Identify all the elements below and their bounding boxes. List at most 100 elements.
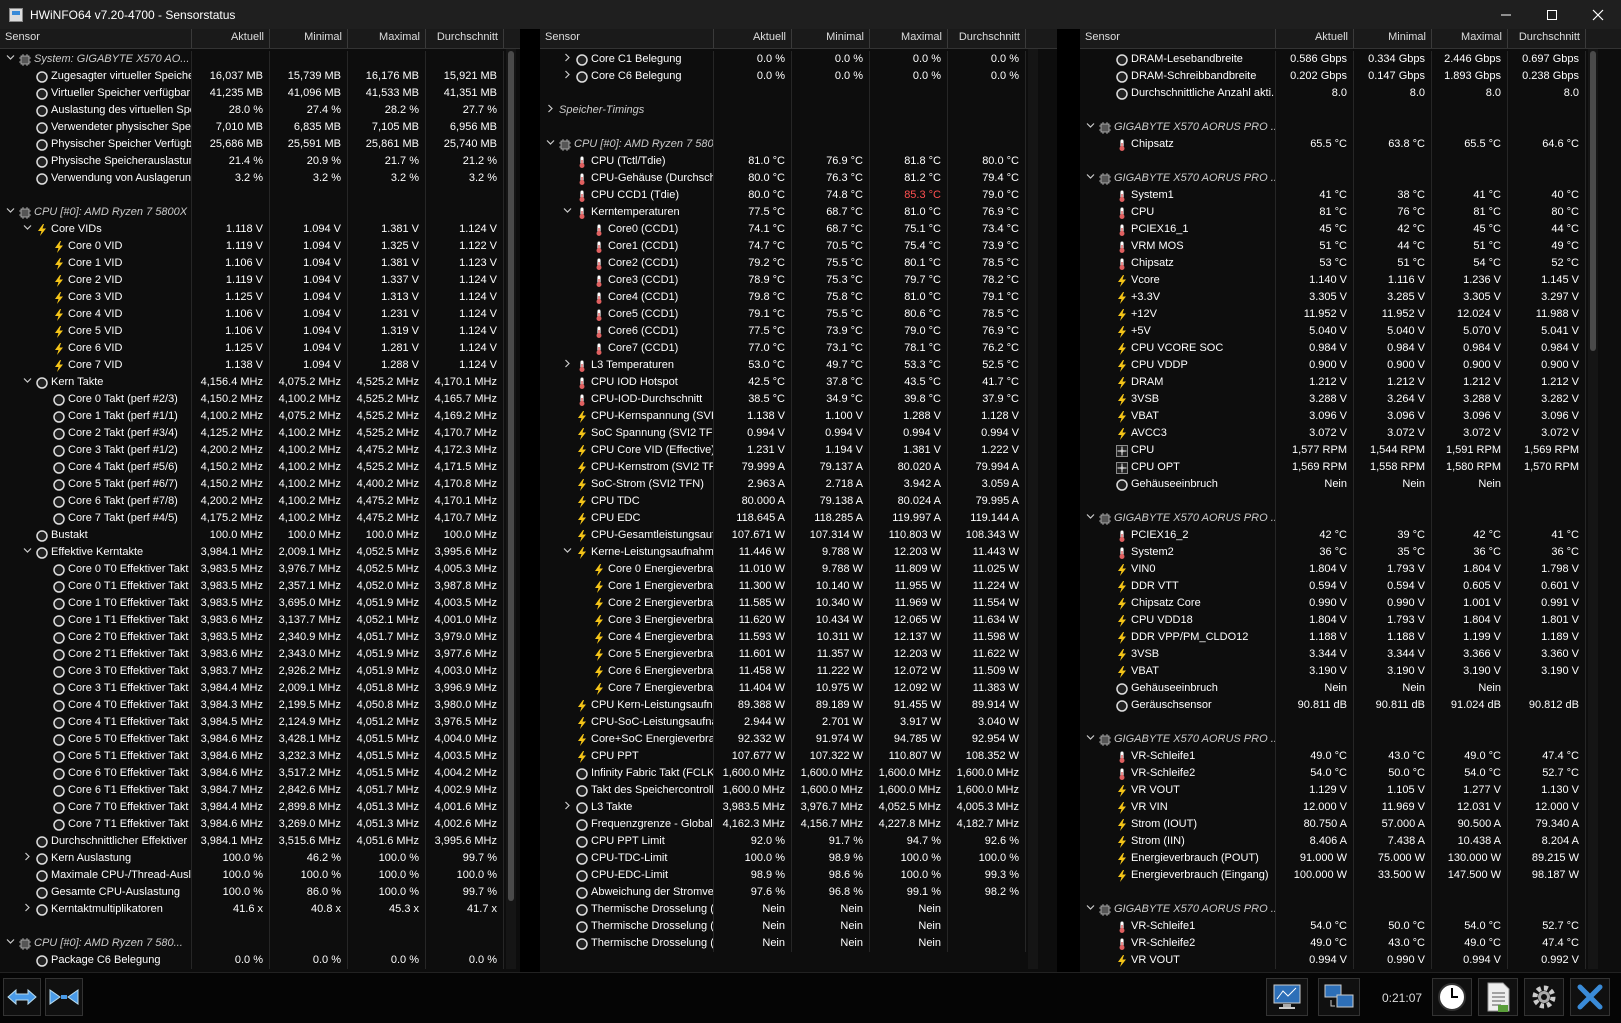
sensor-row[interactable]: Core 2 T1 Effektiver Takt 3,983.6 MHz 2,34… [0, 646, 520, 663]
sensor-row[interactable]: Core 7 Takt (perf #4/5) 4,175.2 MHz 4,100.… [0, 510, 520, 527]
chevron-right-icon[interactable] [544, 102, 556, 119]
sensor-row[interactable]: PCIEX16_2 42 °C 39 °C 42 °C 41 °C [1080, 527, 1621, 544]
sensor-row[interactable]: Kern Auslastung 100.0 % 46.2 % 100.0 % 99.7 … [0, 850, 520, 867]
column-header-current[interactable]: Aktuell [714, 29, 792, 48]
sensor-row[interactable]: 3VSB 3.288 V 3.264 V 3.288 V 3.282 V [1080, 391, 1621, 408]
sensor-row[interactable]: Core C6 Belegung 0.0 % 0.0 % 0.0 % 0.0 % [540, 68, 1057, 85]
sensor-row[interactable]: DDR VTT 0.594 V 0.594 V 0.605 V 0.601 V [1080, 578, 1621, 595]
minimize-button[interactable] [1483, 0, 1529, 29]
sensor-row[interactable]: Core 3 Takt (perf #1/2) 4,200.2 MHz 4,100.… [0, 442, 520, 459]
sensor-row[interactable]: Core 3 T1 Effektiver Takt 3,984.4 MHz 2,00… [0, 680, 520, 697]
sensor-row[interactable]: Geräuschsensor 90.811 dB 90.811 dB 91.024 d… [1080, 697, 1621, 714]
sensor-row[interactable]: Core 0 T0 Effektiver Takt 3,983.5 MHz 3,97… [0, 561, 520, 578]
sensor-group-row[interactable]: Speicher-Timings [540, 102, 1057, 119]
sensor-row[interactable]: VR-Schleife2 54.0 °C 50.0 °C 54.0 °C 52.7 °C [1080, 765, 1621, 782]
sensor-row[interactable]: Core4 (CCD1) 79.8 °C 75.8 °C 81.0 °C 79.1 °C [540, 289, 1057, 306]
sensor-row[interactable]: Durchschnittliche Anzahl akti... 8.0 8.0 8.… [1080, 85, 1621, 102]
sensor-row[interactable]: Abweichung der Stromverbra...97.6 %96.8 … [540, 884, 1057, 901]
sensor-row[interactable]: AVCC3 3.072 V 3.072 V 3.072 V 3.072 V [1080, 425, 1621, 442]
sensor-row[interactable]: Core 4 T0 Effektiver Takt 3,984.3 MHz 2,19… [0, 697, 520, 714]
sensor-row[interactable]: Chipsatz 65.5 °C 63.8 °C 65.5 °C 64.6 °C [1080, 136, 1621, 153]
sensor-row[interactable]: DDR VPP/PM_CLDO12 1.188 V 1.188 V 1.199 V 1.… [1080, 629, 1621, 646]
sensor-row[interactable]: Chipsatz Core 0.990 V 0.990 V 1.001 V 0.991 … [1080, 595, 1621, 612]
column-header-sensor[interactable]: Sensor [540, 29, 714, 48]
sensor-row[interactable]: SoC-Strom (SVI2 TFN) 2.963 A 2.718 A 3.942 … [540, 476, 1057, 493]
sensor-row[interactable]: CPU-Kernspannung (SVI2 TFN)1.138 V1.100 … [540, 408, 1057, 425]
sensor-group-row[interactable]: System: GIGABYTE X570 AO... [0, 51, 520, 68]
sensor-row[interactable]: Core 3 Energieverbrauch11.620 W10.434 W1… [540, 612, 1057, 629]
sensor-row[interactable]: Kerntemperaturen 77.5 °C 68.7 °C 81.0 °C 76.… [540, 204, 1057, 221]
sensor-row[interactable]: Zugesagter virtueller Speicher 16,037 MB 1… [0, 68, 520, 85]
close-window-button[interactable] [1575, 0, 1621, 29]
sensor-row[interactable]: Core 1 VID 1.106 V 1.094 V 1.381 V 1.123 V [0, 255, 520, 272]
sensor-row[interactable]: Kern Takte 4,156.4 MHz 4,075.2 MHz 4,525.2 … [0, 374, 520, 391]
vertical-scrollbar[interactable] [1028, 49, 1038, 969]
sensor-row[interactable]: CPU CCD1 (Tdie) 80.0 °C 74.8 °C 85.3 °C 79.0… [540, 187, 1057, 204]
sensor-row[interactable]: Core 1 T1 Effektiver Takt 3,983.6 MHz 3,13… [0, 612, 520, 629]
sensor-row[interactable]: CPU PPT 107.677 W 107.322 W 110.807 W 108.35… [540, 748, 1057, 765]
sensor-row[interactable]: Core 0 T1 Effektiver Takt 3,983.5 MHz 2,35… [0, 578, 520, 595]
sensor-row[interactable]: System2 36 °C 35 °C 36 °C 36 °C [1080, 544, 1621, 561]
sensor-row[interactable]: Physische Speicherauslastung 21.4 % 20.9 %… [0, 153, 520, 170]
nav-arrows-button[interactable] [3, 978, 41, 1016]
sensor-row[interactable]: VR-Schleife1 49.0 °C 43.0 °C 49.0 °C 47.4 °C [1080, 748, 1621, 765]
chevron-down-icon[interactable] [561, 544, 573, 561]
sensor-row[interactable]: Thermische Drosselung (HTC)NeinNeinNein [540, 901, 1057, 918]
sensor-row[interactable]: System1 41 °C 38 °C 41 °C 40 °C [1080, 187, 1621, 204]
sensor-row[interactable]: Frequenzgrenze - Global 4,162.3 MHz 4,156.… [540, 816, 1057, 833]
sensor-row[interactable]: Thermische Drosselung (PRO...NeinNeinNei… [540, 935, 1057, 952]
chevron-right-icon[interactable] [561, 357, 573, 374]
sensor-row[interactable]: L3 Takte 3,983.5 MHz 3,976.7 MHz 4,052.5 MH… [540, 799, 1057, 816]
sensor-row[interactable]: Core 4 T1 Effektiver Takt 3,984.5 MHz 2,12… [0, 714, 520, 731]
column-header-current[interactable]: Aktuell [192, 29, 270, 48]
sensor-row[interactable]: Core 7 T1 Effektiver Takt 3,984.6 MHz 3,26… [0, 816, 520, 833]
sensor-row[interactable]: CPU 81 °C 76 °C 81 °C 80 °C [1080, 204, 1621, 221]
sensor-row[interactable]: Auslastung des virtuellen Spe... 28.0 % 27… [0, 102, 520, 119]
column-header-sensor[interactable]: Sensor [1080, 29, 1276, 48]
sensor-row[interactable]: Core 1 Energieverbrauch11.300 W10.140 W1… [540, 578, 1057, 595]
chevron-down-icon[interactable] [1084, 170, 1096, 187]
sensor-row[interactable]: Core 0 Energieverbrauch11.010 W9.788 W11… [540, 561, 1057, 578]
sensor-row[interactable]: CPU-TDC-Limit 100.0 % 98.9 % 100.0 % 100.0 % [540, 850, 1057, 867]
sensor-row[interactable]: Core1 (CCD1) 74.7 °C 70.5 °C 75.4 °C 73.9 °C [540, 238, 1057, 255]
sensor-row[interactable]: Core 6 VID 1.125 V 1.094 V 1.281 V 1.124 V [0, 340, 520, 357]
column-header-max[interactable]: Maximal [870, 29, 948, 48]
sensor-row[interactable]: VR-Schleife2 49.0 °C 43.0 °C 49.0 °C 47.4 °C [1080, 935, 1621, 952]
sensor-row[interactable]: Bustakt 100.0 MHz 100.0 MHz 100.0 MHz 100.0 … [0, 527, 520, 544]
sensor-group-row[interactable]: CPU [#0]: AMD Ryzen 7 580... [0, 935, 520, 952]
sensor-row[interactable]: VR VOUT 0.994 V 0.990 V 0.994 V 0.992 V [1080, 952, 1621, 969]
sensor-row[interactable]: Core 2 T0 Effektiver Takt 3,983.5 MHz 2,34… [0, 629, 520, 646]
sensor-row[interactable]: Core 5 Takt (perf #6/7) 4,150.2 MHz 4,100.… [0, 476, 520, 493]
sensor-row[interactable]: +3.3V 3.305 V 3.285 V 3.305 V 3.297 V [1080, 289, 1621, 306]
sensor-row[interactable]: Physischer Speicher Verfügbar 25,686 MB 25… [0, 136, 520, 153]
sensor-row[interactable]: VR-Schleife1 54.0 °C 50.0 °C 54.0 °C 52.7 °C [1080, 918, 1621, 935]
column-header-min[interactable]: Minimal [1354, 29, 1432, 48]
sensor-row[interactable]: Core 5 T0 Effektiver Takt 3,984.6 MHz 3,42… [0, 731, 520, 748]
scrollbar-thumb[interactable] [1590, 51, 1596, 351]
maximize-button[interactable] [1529, 0, 1575, 29]
sensor-row[interactable]: Core 2 Takt (perf #3/4) 4,125.2 MHz 4,100.… [0, 425, 520, 442]
sensor-row[interactable]: CPU-IOD-Durchschnitt 38.5 °C 34.9 °C 39.8 °… [540, 391, 1057, 408]
sensor-row[interactable]: Core VIDs 1.118 V 1.094 V 1.381 V 1.124 V [0, 221, 520, 238]
sensor-row[interactable]: Maximale CPU-/Thread-Ausla... 100.0 % 100.… [0, 867, 520, 884]
chevron-down-icon[interactable] [1084, 510, 1096, 527]
sensor-row[interactable]: +5V 5.040 V 5.040 V 5.070 V 5.041 V [1080, 323, 1621, 340]
sensor-row[interactable]: CPU OPT 1,569 RPM 1,558 RPM 1,580 RPM 1,570 … [1080, 459, 1621, 476]
sensor-row[interactable]: Core5 (CCD1) 79.1 °C 75.5 °C 80.6 °C 78.5 °C [540, 306, 1057, 323]
sensor-row[interactable]: Core 7 VID 1.138 V 1.094 V 1.288 V 1.124 V [0, 357, 520, 374]
settings-button[interactable] [1524, 978, 1564, 1016]
sensor-row[interactable]: Core 4 VID 1.106 V 1.094 V 1.231 V 1.124 V [0, 306, 520, 323]
chevron-down-icon[interactable] [21, 221, 33, 238]
column-header-avg[interactable]: Durchschnitt [1508, 29, 1586, 48]
chevron-right-icon[interactable] [561, 68, 573, 85]
chevron-right-icon[interactable] [21, 901, 33, 918]
sensor-row[interactable]: Core 2 VID 1.119 V 1.094 V 1.337 V 1.124 V [0, 272, 520, 289]
sensor-group-row[interactable]: GIGABYTE X570 AORUS PRO ... [1080, 901, 1621, 918]
sensor-panel-right[interactable]: Sensor Aktuell Minimal Maximal Durchschnitt D… [1080, 29, 1621, 972]
column-header-avg[interactable]: Durchschnitt [426, 29, 504, 48]
vertical-scrollbar[interactable] [1588, 49, 1598, 969]
sensor-row[interactable]: Core2 (CCD1) 79.2 °C 75.5 °C 80.1 °C 78.5 °C [540, 255, 1057, 272]
sensor-row[interactable]: Kerne-Leistungsaufnahme 11.446 W 9.788 W 12… [540, 544, 1057, 561]
sensor-row[interactable]: CPU-Gehäuse (Durchschnitt)80.0 °C76.3 °C… [540, 170, 1057, 187]
sensor-row[interactable]: Core 3 T0 Effektiver Takt 3,983.7 MHz 2,92… [0, 663, 520, 680]
